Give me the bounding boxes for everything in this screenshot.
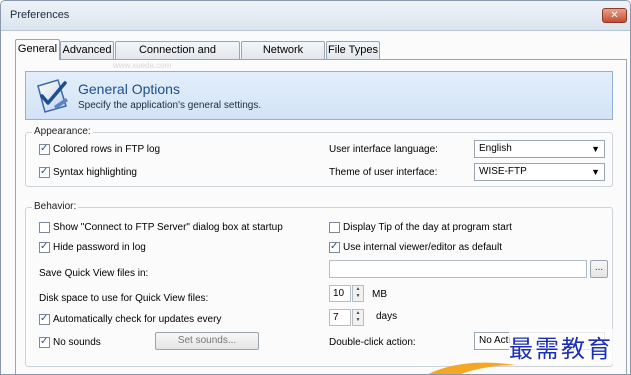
syntax-highlighting-checkbox[interactable]: Syntax highlighting: [39, 166, 137, 178]
checkbox-box[interactable]: [39, 166, 50, 178]
set-sounds-button[interactable]: Set sounds...: [155, 332, 259, 350]
auto-update-spinner[interactable]: ▲ ▼: [352, 309, 364, 326]
no-sounds-checkbox[interactable]: No sounds: [39, 336, 101, 348]
general-options-header: General Options Specify the application'…: [25, 71, 613, 120]
faint-watermark-text: www.xueda.com: [113, 61, 172, 70]
save-quick-view-label: Save Quick View files in:: [39, 268, 149, 279]
checkbox-box[interactable]: [39, 313, 50, 325]
theme-label: Theme of user interface:: [329, 167, 438, 178]
language-label: User interface language:: [329, 144, 438, 155]
double-click-label: Double-click action:: [329, 337, 416, 348]
checkbox-label: Syntax highlighting: [53, 167, 137, 178]
spin-down-icon[interactable]: ▼: [356, 293, 361, 299]
checkbox-label: Display Tip of the day at program start: [343, 222, 512, 233]
header-title: General Options: [78, 81, 180, 97]
watermark-swoosh: [428, 362, 516, 374]
disk-space-spinner[interactable]: ▲ ▼: [352, 285, 364, 302]
checkbox-box[interactable]: [39, 336, 50, 348]
title-bar: Preferences ✕: [1, 1, 630, 31]
theme-select-value: WISE-FTP: [479, 166, 527, 177]
checkbox-box[interactable]: [329, 241, 340, 253]
spin-up-icon[interactable]: ▲: [356, 286, 361, 292]
auto-update-unit: days: [376, 311, 398, 322]
checkbox-box[interactable]: [39, 222, 50, 233]
disk-space-label: Disk space to use for Quick View files:: [39, 293, 209, 304]
header-subtitle: Specify the application's general settin…: [78, 100, 262, 111]
tab-general[interactable]: General: [15, 39, 60, 60]
dropdown-arrow-icon: ▼: [591, 144, 600, 154]
save-quick-view-input[interactable]: [329, 260, 587, 278]
language-select[interactable]: English ▼: [474, 140, 605, 158]
browse-button[interactable]: ...: [590, 260, 608, 278]
disk-space-input[interactable]: 10: [329, 285, 351, 302]
checkbox-box[interactable]: [39, 143, 50, 155]
checkbox-box[interactable]: [39, 241, 50, 253]
auto-update-days-input[interactable]: 7: [329, 309, 351, 326]
theme-select[interactable]: WISE-FTP ▼: [474, 163, 605, 181]
checkbox-label: Show "Connect to FTP Server" dialog box …: [53, 222, 283, 233]
checkbox-label: No sounds: [53, 337, 101, 348]
checkbox-label: Use internal viewer/editor as default: [343, 242, 502, 253]
language-select-value: English: [479, 143, 512, 154]
tab-file-types[interactable]: File Types: [326, 41, 380, 59]
colored-rows-checkbox[interactable]: Colored rows in FTP log: [39, 143, 161, 155]
hide-password-checkbox[interactable]: Hide password in log: [39, 241, 146, 253]
watermark-text: 最需教育: [509, 329, 613, 364]
checklist-icon: [37, 79, 68, 113]
auto-update-checkbox[interactable]: Automatically check for updates every: [39, 313, 222, 325]
close-icon: ✕: [610, 10, 619, 21]
appearance-group-label: Appearance:: [32, 126, 93, 137]
behavior-group-label: Behavior:: [32, 201, 79, 212]
preferences-window: Preferences ✕ General Advanced Connectio…: [0, 0, 631, 375]
display-tip-checkbox[interactable]: Display Tip of the day at program start: [329, 222, 512, 233]
internal-viewer-checkbox[interactable]: Use internal viewer/editor as default: [329, 241, 502, 253]
close-button[interactable]: ✕: [602, 8, 627, 23]
checkbox-label: Hide password in log: [53, 242, 146, 253]
show-connect-dialog-checkbox[interactable]: Show "Connect to FTP Server" dialog box …: [39, 222, 283, 233]
disk-space-unit: MB: [372, 289, 387, 300]
tab-network-settings[interactable]: Network Settings: [241, 41, 325, 72]
spin-up-icon[interactable]: ▲: [356, 310, 361, 316]
tab-advanced[interactable]: Advanced: [60, 41, 114, 59]
window-title: Preferences: [10, 9, 70, 21]
checkbox-label: Colored rows in FTP log: [53, 144, 161, 155]
double-click-select-value: No Acti: [479, 335, 511, 346]
checkbox-label: Automatically check for updates every: [53, 314, 222, 325]
checkbox-box[interactable]: [329, 222, 340, 233]
dropdown-arrow-icon: ▼: [591, 167, 600, 177]
spin-down-icon[interactable]: ▼: [356, 317, 361, 323]
tab-connection-and-transfers[interactable]: Connection and Transfers: [115, 41, 240, 72]
tab-strip: General Advanced Connection and Transfer…: [15, 39, 627, 72]
